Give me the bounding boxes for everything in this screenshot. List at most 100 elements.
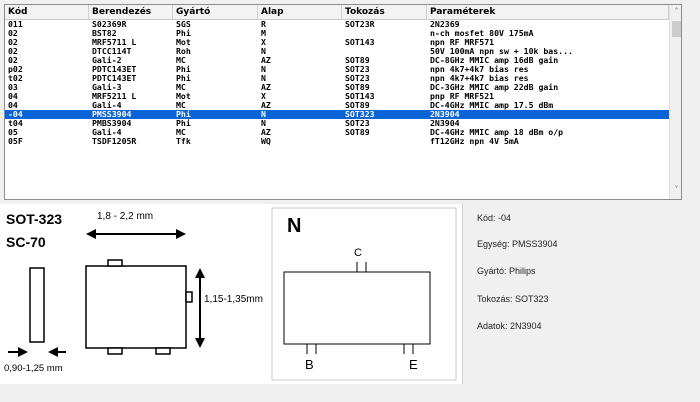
table-cell: Phi: [176, 29, 191, 38]
table-row[interactable]: 03 Gali-3 MC AZ SOT89 DC-3GHz MMIC amp 22dB g…: [5, 83, 669, 92]
table-row-partial[interactable]: [5, 146, 669, 155]
table-row[interactable]: 02 DTCC114T Roh N 50V 100mA npn sw + 10k bas…: [5, 47, 669, 56]
table-cell: 02: [8, 56, 18, 65]
table-cell: 02: [8, 29, 18, 38]
table-row[interactable]: 05F TSDF1205R Tfk WQ fT12GHz npn 4V 5mA: [5, 137, 669, 146]
table-cell: AZ: [261, 83, 271, 92]
pin-label-emitter: E: [409, 357, 418, 372]
table-cell: DC-4GHz MMIC amp 18 dBm o/p: [430, 128, 564, 137]
table-cell: Mot: [176, 38, 191, 47]
status-area: [0, 384, 700, 402]
table-cell: 2N2369: [430, 20, 460, 29]
table-cell: 05F: [8, 137, 23, 146]
table-cell: PMBS3904: [92, 119, 132, 128]
chevron-up-icon[interactable]: ˄: [670, 5, 681, 18]
vertical-scrollbar[interactable]: ˄ ˅: [669, 5, 681, 199]
table-cell: 04: [8, 101, 18, 110]
table-cell: -04: [8, 110, 23, 119]
package-alt-name: SC-70: [6, 234, 46, 250]
table-cell: X: [261, 92, 266, 101]
table-cell: Gali-2: [92, 56, 122, 65]
detail-gyarto: Gyártó: Philips: [477, 266, 536, 276]
table-cell: PDTC143ET: [92, 65, 137, 74]
table-row[interactable]: 02 BST82 Phi Mn-ch mosfet 80V 175mA: [5, 29, 669, 38]
table-cell: 03: [8, 83, 18, 92]
table-cell: 011: [8, 20, 23, 29]
table-cell: Gali-4: [92, 128, 122, 137]
table-cell: MC: [176, 56, 186, 65]
table-cell: SOT89: [345, 56, 370, 65]
table-row[interactable]: 011 S02369R SGS R SOT23R 2N2369: [5, 20, 669, 29]
table-cell: npn 4k7+4k7 bias res: [430, 65, 529, 74]
table-cell: DC-4GHz MMIC amp 17.5 dBm: [430, 101, 554, 110]
table-row[interactable]: p02 PDTC143ET Phi N SOT23 npn 4k7+4k7 bias re…: [5, 65, 669, 74]
table-cell: MRF5711 L: [92, 38, 137, 47]
table-cell: N: [261, 47, 266, 56]
table-row[interactable]: t02 PDTC143ET Phi N SOT23 npn 4k7+4k7 bias re…: [5, 74, 669, 83]
column-header-tokozas[interactable]: Tokozás: [342, 5, 427, 20]
table-cell: PMSS3904: [92, 110, 132, 119]
package-drawing: SOT-323 SC-70 1,8 - 2,2 mm 1,15-1,35mm 0…: [4, 207, 457, 381]
table-cell: S02369R: [92, 20, 127, 29]
width-arrow-icon: [86, 229, 186, 239]
column-header-berendezes[interactable]: Berendezés: [89, 5, 173, 20]
table-cell: AZ: [261, 101, 271, 110]
table-cell: Gali-4: [92, 101, 122, 110]
table-cell: 50V 100mA npn sw + 10k bas...: [430, 47, 573, 56]
table-cell: 02: [8, 47, 18, 56]
height-arrow-icon: [195, 268, 205, 348]
table-cell: Phi: [176, 119, 191, 128]
table-cell: Mot: [176, 92, 191, 101]
column-header-parameterek[interactable]: Paraméterek: [427, 5, 669, 20]
package-name: SOT-323: [6, 211, 62, 227]
table-cell: [342, 137, 427, 146]
table-cell: MC: [176, 128, 186, 137]
table-cell: 2N3904: [430, 119, 460, 128]
table-cell: MC: [176, 101, 186, 110]
table-cell: t04: [8, 119, 23, 128]
table-cell: SOT143: [345, 92, 375, 101]
table-row[interactable]: 04 Gali-4 MC AZ SOT89 DC-4GHz MMIC amp 17.5 d…: [5, 101, 669, 110]
table-row[interactable]: t04 PMBS3904 Phi N SOT23 2N3904: [5, 119, 669, 128]
table-cell: n-ch mosfet 80V 175mA: [430, 29, 534, 38]
table-cell: MRF5211 L: [92, 92, 137, 101]
pin-label-base: B: [305, 357, 314, 372]
pin-label-collector: C: [354, 247, 362, 259]
table-row[interactable]: 02 MRF5711 L Mot X SOT143 npn RF MRF571: [5, 38, 669, 47]
width-dimension-label: 1,8 - 2,2 mm: [97, 211, 153, 222]
column-header-alap[interactable]: Alap: [258, 5, 342, 20]
table-cell: N: [261, 119, 266, 128]
table-cell: AZ: [261, 56, 271, 65]
table-cell: SOT323: [345, 110, 375, 119]
table-cell: SGS: [176, 20, 191, 29]
column-header-kod[interactable]: Kód: [5, 5, 89, 20]
table-cell: N: [261, 110, 266, 119]
list-header: Kód Berendezés Gyártó Alap Tokozás Param…: [5, 5, 669, 20]
table-cell: p02: [8, 65, 23, 74]
table-cell: Tfk: [176, 137, 191, 146]
table-cell: TSDF1205R: [92, 137, 137, 146]
chevron-down-icon[interactable]: ˅: [670, 183, 681, 196]
table-cell: DC-8GHz MMIC amp 16dB gain: [430, 56, 559, 65]
table-cell: DTCC114T: [92, 47, 132, 56]
table-cell: SOT23: [345, 74, 370, 83]
table-cell: [342, 47, 427, 56]
detail-egyseg: Egység: PMSS3904: [477, 239, 558, 249]
package-drawing-panel: SOT-323 SC-70 1,8 - 2,2 mm 1,15-1,35mm 0…: [0, 204, 462, 384]
column-header-gyarto[interactable]: Gyártó: [173, 5, 258, 20]
scrollbar-thumb[interactable]: [672, 21, 681, 37]
table-cell: 04: [8, 92, 18, 101]
table-row[interactable]: 04 MRF5211 L Mot X SOT143 pnp RF MRF521: [5, 92, 669, 101]
device-list[interactable]: Kód Berendezés Gyártó Alap Tokozás Param…: [4, 4, 682, 200]
table-cell: SOT23R: [345, 20, 375, 29]
thickness-dimension-label: 0,90-1,25 mm: [4, 363, 63, 374]
table-cell: WQ: [261, 137, 271, 146]
table-cell: 05: [8, 128, 18, 137]
table-row[interactable]: 05 Gali-4 MC AZ SOT89 DC-4GHz MMIC amp 18 dBm…: [5, 128, 669, 137]
table-cell: t02: [8, 74, 23, 83]
table-row-selected[interactable]: -04 PMSS3904 Phi N SOT323 2N3904: [5, 110, 669, 119]
table-cell: SOT89: [345, 83, 370, 92]
table-cell: MC: [176, 83, 186, 92]
table-row[interactable]: 02 Gali-2 MC AZ SOT89 DC-8GHz MMIC amp 16dB g…: [5, 56, 669, 65]
table-cell: SOT89: [345, 101, 370, 110]
